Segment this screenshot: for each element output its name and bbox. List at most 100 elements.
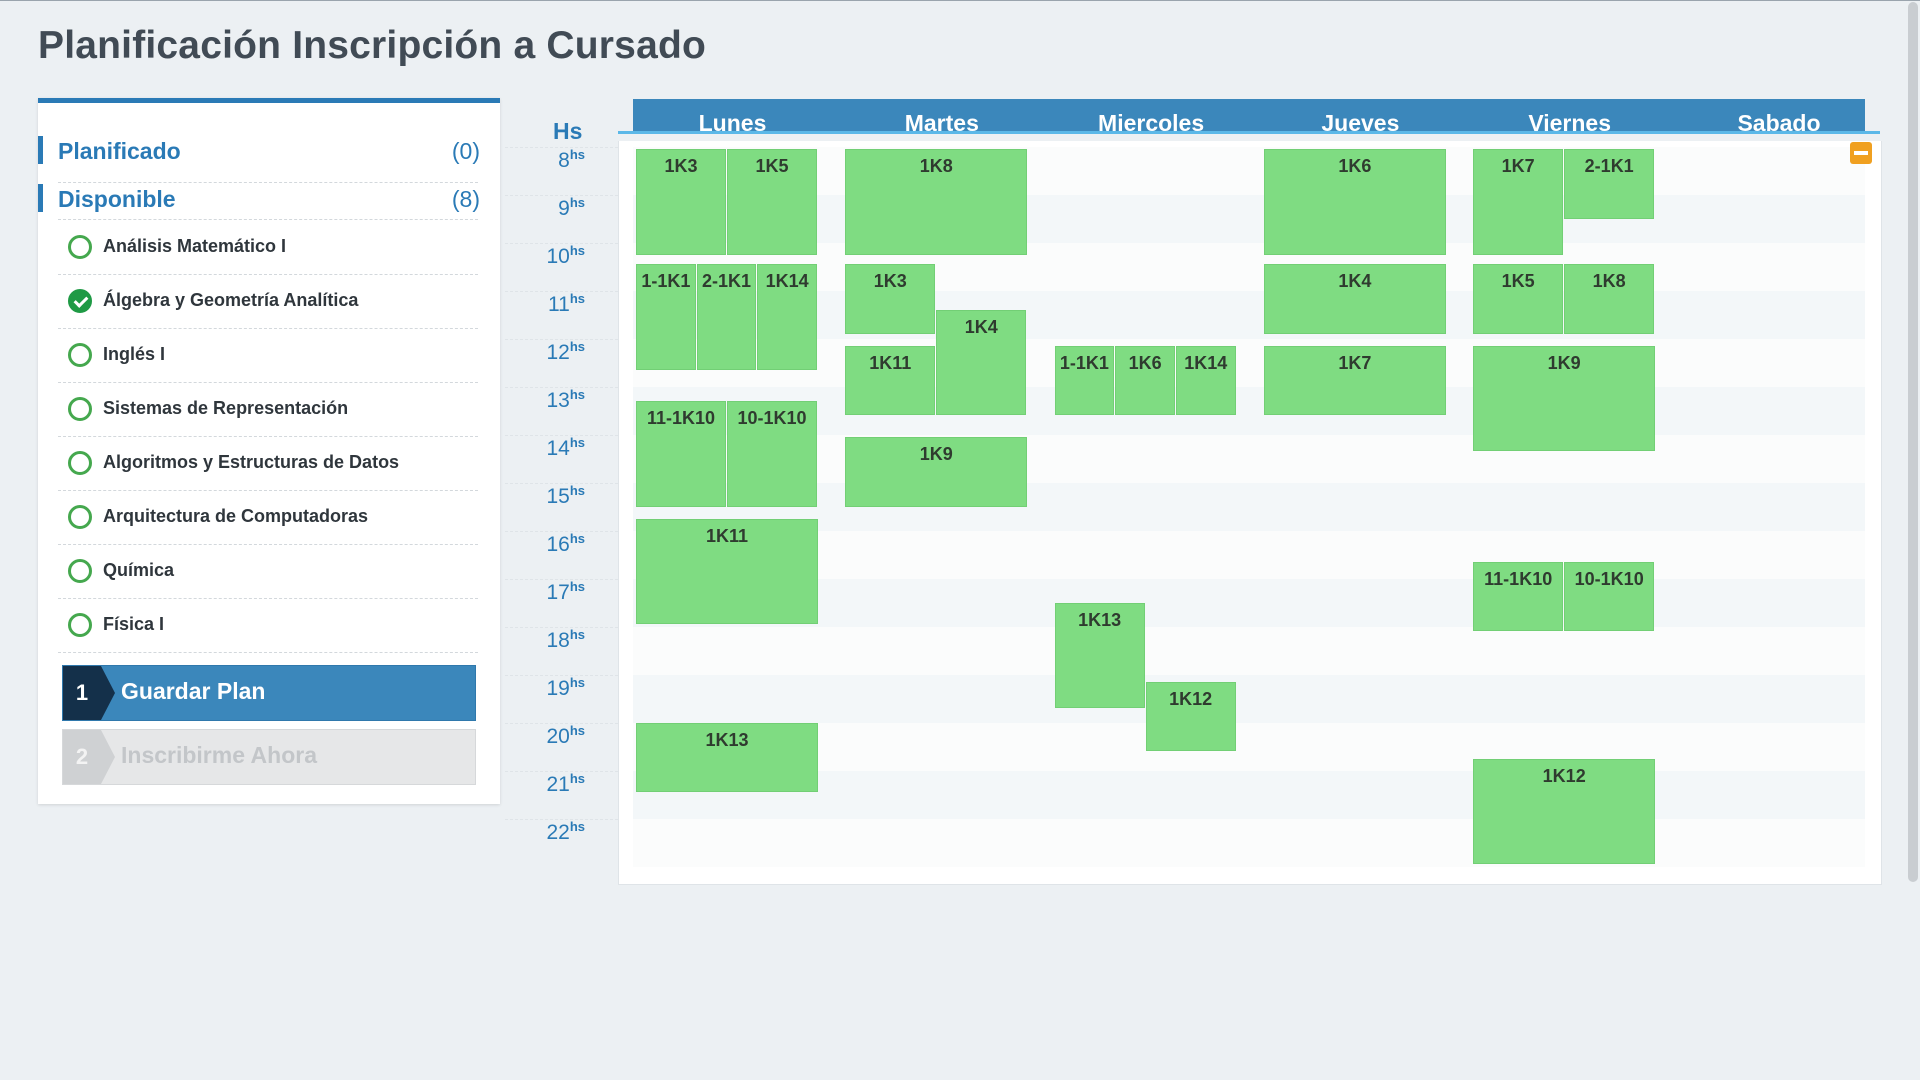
course-block[interactable]: 10-1K10 <box>1564 561 1655 632</box>
hour-row <box>633 147 1865 195</box>
step-number: 1 <box>63 666 101 720</box>
hour-label: 14hs <box>546 435 585 460</box>
hour-row <box>633 387 1865 435</box>
subject-item[interactable]: Química <box>58 545 478 599</box>
radio-icon[interactable] <box>68 235 92 259</box>
course-block-label: 11-1K10 <box>1484 568 1553 589</box>
course-block[interactable]: 1K9 <box>845 437 1028 507</box>
hour-label: 20hs <box>546 723 585 748</box>
planned-count: (0) <box>451 138 480 164</box>
course-block[interactable]: 1K6 <box>1263 149 1446 255</box>
course-block[interactable]: 1K13 <box>1054 602 1145 709</box>
radio-icon[interactable] <box>68 343 92 367</box>
course-block[interactable]: 1K12 <box>1145 681 1236 752</box>
course-block-label: 1K6 <box>1128 352 1162 373</box>
calendar-day-header: Lunes Martes Miercoles Jueves Viernes Sabado <box>633 99 1865 136</box>
step-arrow-icon <box>101 666 115 720</box>
subject-item[interactable]: Álgebra y Geometría Analítica <box>58 275 478 329</box>
radio-icon[interactable] <box>68 613 92 637</box>
hour-label: 12hs <box>546 339 585 364</box>
page-title: Planificación Inscripción a Cursado <box>38 24 707 67</box>
subject-item[interactable]: Sistemas de Representación <box>58 383 478 437</box>
course-block[interactable]: 1K11 <box>636 518 818 625</box>
subject-item[interactable]: Inglés I <box>58 329 478 383</box>
course-block[interactable]: 1-1K1 <box>1054 345 1115 416</box>
course-block[interactable]: 1K7 <box>1473 149 1564 255</box>
course-block-label: 2-1K1 <box>1584 156 1634 176</box>
course-block[interactable]: 10-1K10 <box>727 401 817 507</box>
course-block-label: 1K5 <box>1501 271 1535 292</box>
subject-label: Sistemas de Representación <box>103 398 349 418</box>
course-block[interactable]: 2-1K1 <box>1564 149 1655 219</box>
course-block-label: 1K3 <box>664 156 698 176</box>
hour-label: 11hs <box>548 291 585 316</box>
course-block-label: 1K14 <box>1184 352 1228 373</box>
top-border <box>0 0 1920 1</box>
course-block[interactable]: 1K4 <box>1263 264 1446 334</box>
course-block[interactable]: 2-1K1 <box>696 264 757 370</box>
subject-item[interactable]: Análisis Matemático I <box>58 221 478 275</box>
subject-label: Química <box>103 560 175 580</box>
hour-label: 10hs <box>546 243 585 268</box>
hour-row <box>633 819 1865 867</box>
subject-label: Física I <box>103 614 165 634</box>
course-block-label: 1K4 <box>1338 271 1372 292</box>
course-block[interactable]: 1K14 <box>1175 345 1236 416</box>
course-block[interactable]: 1K5 <box>727 149 817 255</box>
course-block-label: 1K5 <box>755 156 789 176</box>
course-block[interactable]: 1K14 <box>757 264 817 370</box>
hour-label: 17hs <box>546 579 585 604</box>
radio-icon[interactable] <box>68 505 92 529</box>
minimize-icon[interactable] <box>1850 142 1872 164</box>
course-block[interactable]: 1K8 <box>845 149 1028 255</box>
hour-label: 13hs <box>546 387 585 412</box>
course-block[interactable]: 1K7 <box>1263 345 1446 416</box>
course-block[interactable]: 1K4 <box>936 309 1027 416</box>
course-block[interactable]: 1K12 <box>1473 758 1656 865</box>
hours-column-label: Hs <box>553 118 583 144</box>
course-block[interactable]: 1K8 <box>1564 264 1655 334</box>
radio-icon[interactable] <box>68 451 92 475</box>
checked-radio-icon[interactable] <box>68 289 92 313</box>
enroll-now-button[interactable]: 2 Inscribirme Ahora <box>62 729 476 785</box>
planned-section-header[interactable]: Planificado (0) <box>38 136 500 164</box>
course-block[interactable]: 1K5 <box>1473 264 1564 334</box>
course-block[interactable]: 1K9 <box>1473 345 1656 452</box>
course-block[interactable]: 11-1K10 <box>1473 561 1564 632</box>
course-block-label: 10-1K10 <box>1574 568 1644 589</box>
subject-label: Análisis Matemático I <box>103 236 287 256</box>
course-block[interactable]: 1K13 <box>636 722 818 793</box>
hour-label: 16hs <box>546 531 585 556</box>
hour-label: 18hs <box>546 627 585 652</box>
course-block[interactable]: 1K11 <box>845 345 936 416</box>
course-block-label: 1K7 <box>1501 156 1535 176</box>
course-block[interactable]: 1-1K1 <box>636 264 696 370</box>
subjects-panel: Planificado (0) Disponible (8) Análisis … <box>38 98 500 804</box>
course-block[interactable]: 1K3 <box>636 149 726 255</box>
course-block[interactable]: 1K3 <box>845 264 936 334</box>
available-section-header[interactable]: Disponible (8) <box>38 184 500 212</box>
page-scrollbar[interactable] <box>1908 2 1918 882</box>
subject-item[interactable]: Física I <box>58 599 478 653</box>
radio-icon[interactable] <box>68 559 92 583</box>
radio-icon[interactable] <box>68 397 92 421</box>
course-block-label: 2-1K1 <box>701 271 751 292</box>
course-block-label: 1-1K1 <box>641 271 691 292</box>
save-plan-label: Guardar Plan <box>121 678 266 704</box>
course-block[interactable]: 11-1K10 <box>636 401 726 507</box>
course-block-label: 11-1K10 <box>646 408 716 428</box>
course-block[interactable]: 1K6 <box>1115 345 1175 416</box>
course-block-label: 1K11 <box>705 525 749 546</box>
subject-item[interactable]: Arquitectura de Computadoras <box>58 491 478 545</box>
hour-label: 15hs <box>546 483 585 508</box>
subject-label: Algoritmos y Estructuras de Datos <box>103 452 400 472</box>
course-block-label: 1K9 <box>1547 352 1581 373</box>
step-arrow-icon <box>101 730 115 784</box>
course-block-label: 1K4 <box>964 316 998 337</box>
subject-label: Arquitectura de Computadoras <box>103 506 369 526</box>
course-block-label: 1K8 <box>1592 271 1626 292</box>
subject-item[interactable]: Algoritmos y Estructuras de Datos <box>58 437 478 491</box>
save-plan-button[interactable]: 1 Guardar Plan <box>62 665 476 721</box>
course-block-label: 1K14 <box>765 271 809 292</box>
enroll-now-label: Inscribirme Ahora <box>121 742 317 768</box>
